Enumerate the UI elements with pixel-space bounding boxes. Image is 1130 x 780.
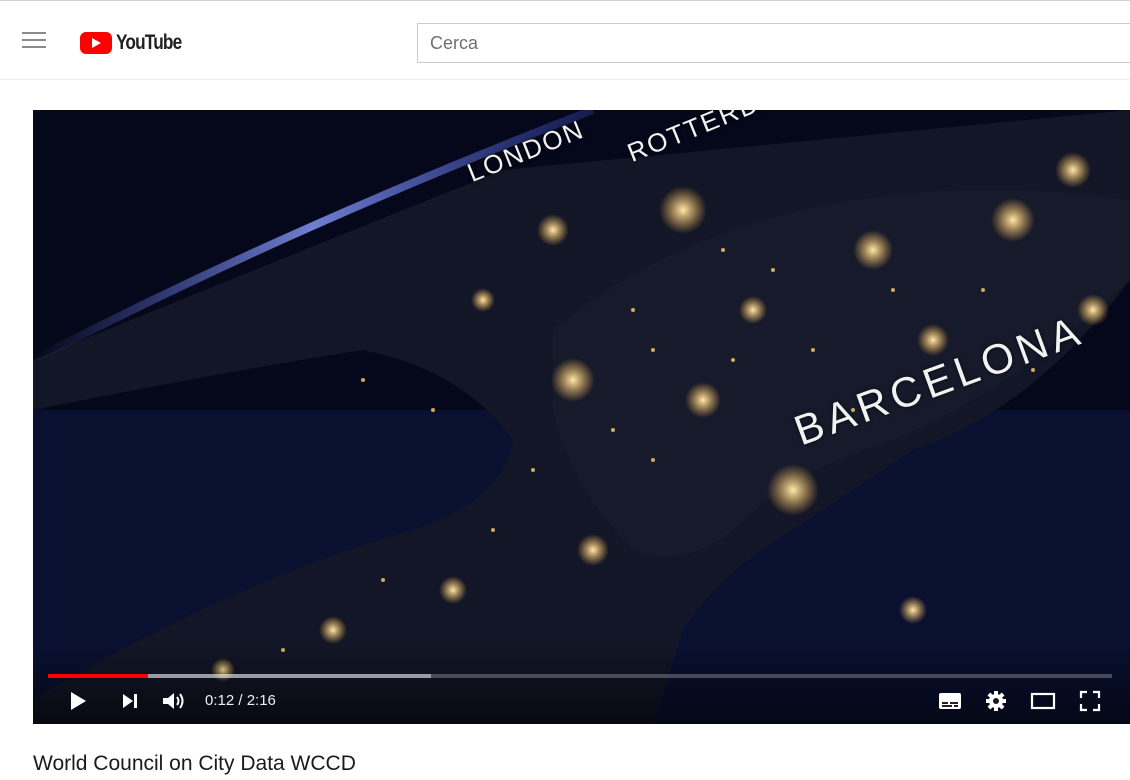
next-icon[interactable] — [117, 688, 143, 714]
video-player[interactable]: LONDON ROTTERDAM BARCELONA 0:12 / 2:16 — [33, 110, 1130, 724]
hamburger-menu-icon[interactable] — [22, 32, 46, 50]
controls-gradient — [33, 644, 1130, 724]
masthead: YouTube — [0, 0, 1130, 80]
gear-icon[interactable] — [981, 688, 1011, 714]
time-display: 0:12 / 2:16 — [205, 692, 276, 709]
search-input[interactable] — [417, 23, 1130, 63]
subtitles-icon[interactable] — [935, 688, 965, 714]
youtube-logo[interactable]: YouTube — [80, 31, 196, 55]
progress-played — [48, 674, 149, 678]
video-title: World Council on City Data WCCD — [33, 752, 356, 775]
video-frame — [33, 110, 1130, 724]
theater-mode-icon[interactable] — [1027, 688, 1059, 714]
play-icon[interactable] — [63, 688, 93, 714]
fullscreen-icon[interactable] — [1075, 688, 1105, 714]
youtube-play-icon — [80, 32, 112, 54]
progress-bar[interactable] — [48, 674, 1112, 678]
volume-icon[interactable] — [159, 688, 189, 714]
logo-text: YouTube — [116, 31, 182, 54]
